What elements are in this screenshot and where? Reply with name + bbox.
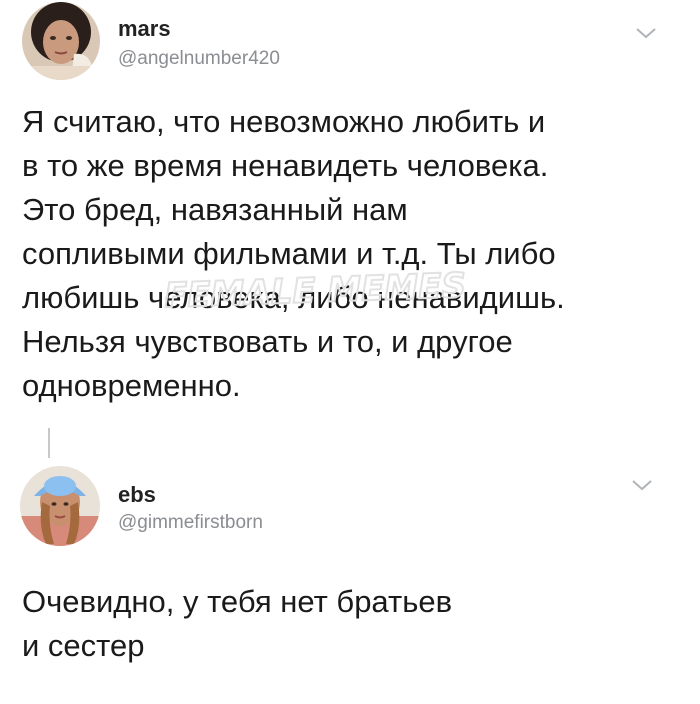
tweet-text-line: и сестер xyxy=(22,628,145,663)
tweet-text-line: одновременно. xyxy=(22,368,241,403)
tweet-text: Я считаю, что невозможно любить и в то ж… xyxy=(22,100,565,408)
thread-connector-line xyxy=(48,428,50,458)
chevron-down-icon[interactable] xyxy=(635,26,657,40)
user-avatar-photo-icon xyxy=(22,2,100,80)
user-handle[interactable]: @angelnumber420 xyxy=(118,48,280,70)
chevron-down-icon[interactable] xyxy=(631,478,653,492)
tweet-text-line: Нельзя чувствовать и то, и другое xyxy=(22,324,513,359)
display-name[interactable]: ebs xyxy=(118,482,156,508)
user-avatar-photo-icon xyxy=(20,466,100,546)
user-handle[interactable]: @gimmefirstborn xyxy=(118,512,263,534)
tweet-text-line: Я считаю, что невозможно любить и xyxy=(22,104,546,139)
tweet-text-line: в то же время ненавидеть человека. xyxy=(22,148,549,183)
tweet-text: Очевидно, у тебя нет братьев и сестер xyxy=(22,580,452,668)
tweet-text-line: сопливыми фильмами и т.д. Ты либо xyxy=(22,236,556,271)
avatar[interactable] xyxy=(22,2,100,80)
display-name[interactable]: mars xyxy=(118,16,171,42)
tweet-text-line: Очевидно, у тебя нет братьев xyxy=(22,584,453,619)
avatar[interactable] xyxy=(20,466,100,546)
tweet-text-line: Это бред, навязанный нам xyxy=(22,192,408,227)
tweet-text-line: любишь человека, либо ненавидишь. xyxy=(22,280,565,315)
